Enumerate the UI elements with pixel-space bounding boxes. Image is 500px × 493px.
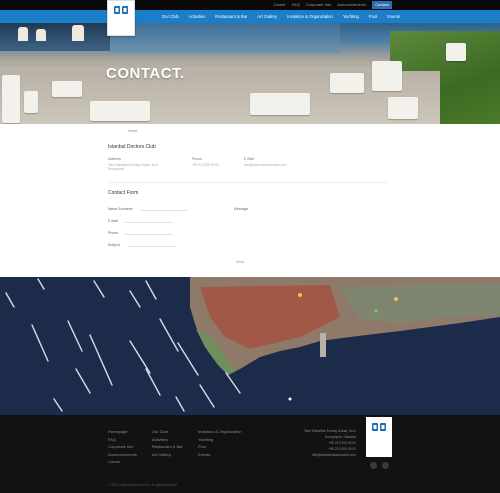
umbrella-shape — [18, 27, 28, 41]
logo-emblem-icon — [372, 423, 386, 431]
info-value: Tahir Mahallesi Kuntay Sokak, No:2 Kuruç… — [108, 163, 159, 171]
map-marker — [298, 293, 302, 297]
name-field[interactable] — [140, 206, 188, 211]
footer-link[interactable]: Career — [108, 459, 137, 464]
footer-link[interactable]: Invitation & Organization — [198, 429, 242, 434]
footer-link[interactable]: Restaurant & Bar — [152, 444, 183, 449]
form-label-email: E-Mail — [108, 219, 118, 223]
map-graphic — [0, 277, 500, 415]
form-section-title: Contact Form — [108, 190, 139, 196]
form-label-subject: Subject — [108, 243, 120, 247]
top-link-corporate[interactable]: Corporate Info — [306, 1, 332, 9]
phone-field[interactable] — [125, 230, 173, 235]
address-line[interactable]: info@istanbuldoctorsclub.com — [312, 453, 356, 457]
address-line: Tahir Mahallesi Kuntay Sokak, No:2 — [303, 429, 356, 433]
top-link-announcements[interactable]: Announcements — [337, 1, 366, 9]
info-address: Address Tahir Mahallesi Kuntay Sokak, No… — [108, 157, 160, 171]
top-links: Career FAQ Corporate Info Announcements … — [273, 1, 392, 9]
map-boat — [288, 397, 292, 401]
sofa-shape — [24, 91, 38, 113]
map-pier — [320, 333, 326, 357]
nav-restaurant-bar[interactable]: Restaurant & Bar — [215, 14, 247, 19]
hero-banner: CONTACT. — [0, 23, 500, 124]
logo-emblem-icon — [114, 6, 128, 14]
footer-link[interactable]: Homepage — [108, 429, 137, 434]
info-section-title: Istanbul Doctors Club — [108, 144, 156, 150]
address-line: +90 212 000 00 01 — [328, 447, 356, 451]
location-map[interactable] — [0, 277, 500, 415]
sofa-shape — [372, 61, 402, 91]
contact-content: Home Istanbul Doctors Club Address Tahir… — [0, 124, 500, 277]
address-line: Kuruçeşme / İstanbul — [325, 435, 356, 439]
info-label: Address — [108, 157, 121, 161]
footer-col-3: Invitation & Organization Yachting Pool … — [198, 429, 242, 457]
info-label: Phone — [192, 157, 203, 161]
info-phone: Phone +90 212 000 00 00 — [192, 157, 219, 167]
form-label-phone: Phone — [108, 231, 119, 235]
nav-events[interactable]: Events — [387, 14, 400, 19]
top-link-faq[interactable]: FAQ — [292, 1, 300, 9]
sofa-shape — [90, 101, 150, 121]
footer-link[interactable]: Our Club — [152, 429, 183, 434]
map-marker — [394, 297, 398, 301]
site-logo[interactable] — [107, 0, 135, 36]
footer-link[interactable]: Corporate Info — [108, 444, 137, 449]
page-title: CONTACT. — [106, 65, 185, 82]
sofa-shape — [330, 73, 364, 93]
footer-link[interactable]: FAQ — [108, 437, 137, 442]
facebook-icon[interactable] — [370, 462, 377, 469]
sofa-shape — [250, 93, 310, 115]
footer-link[interactable]: Pool — [198, 444, 242, 449]
info-label: E-Mail — [244, 157, 254, 161]
form-label-message: Message — [234, 207, 249, 211]
nav-art-gallery[interactable]: Art Gallery — [257, 14, 277, 19]
footer-address: Tahir Mahallesi Kuntay Sokak, No:2 Kuruç… — [290, 429, 356, 457]
site-footer: Homepage FAQ Corporate Info Announcement… — [0, 415, 500, 493]
main-navigation: Our Club Activities Restaurant & Bar Art… — [0, 10, 500, 23]
address-line: +90 212 000 00 00 — [328, 441, 356, 445]
instagram-icon[interactable] — [382, 462, 389, 469]
map-marker — [374, 309, 378, 313]
sofa-shape — [2, 75, 20, 123]
nav-activities[interactable]: Activities — [189, 14, 206, 19]
footer-link[interactable]: Activities — [152, 437, 183, 442]
info-value: +90 212 000 00 00 — [192, 163, 219, 167]
sofa-shape — [446, 43, 466, 61]
nav-invitation-organization[interactable]: Invitation & Organization — [287, 14, 333, 19]
hero-sea — [110, 23, 340, 53]
message-field[interactable] — [234, 214, 384, 250]
sofa-shape — [52, 81, 82, 97]
copyright-text: © 2016 Istanbul Doctors Club. All rights… — [108, 483, 178, 487]
send-button[interactable]: Send — [236, 260, 244, 264]
breadcrumb[interactable]: Home — [128, 129, 137, 133]
top-utility-bar: Career FAQ Corporate Info Announcements … — [0, 0, 500, 10]
form-label-name: Name Surname — [108, 207, 133, 211]
footer-link[interactable]: Art Gallery — [152, 452, 183, 457]
footer-col-2: Our Club Activities Restaurant & Bar Art… — [152, 429, 183, 457]
top-link-contact[interactable]: Contact — [372, 1, 392, 9]
info-value[interactable]: info@istanbuldoctorsclub.com — [244, 163, 287, 167]
sofa-shape — [388, 97, 418, 119]
nav-pool[interactable]: Pool — [369, 14, 377, 19]
umbrella-shape — [36, 29, 46, 41]
top-link-career[interactable]: Career — [273, 1, 285, 9]
nav-yachting[interactable]: Yachting — [343, 14, 359, 19]
subject-field[interactable] — [128, 242, 176, 247]
footer-link[interactable]: Events — [198, 452, 242, 457]
info-email: E-Mail info@istanbuldoctorsclub.com — [244, 157, 287, 167]
nav-our-club[interactable]: Our Club — [162, 14, 179, 19]
footer-col-1: Homepage FAQ Corporate Info Announcement… — [108, 429, 137, 464]
footer-link[interactable]: Announcements — [108, 452, 137, 457]
umbrella-shape — [72, 25, 84, 41]
email-field[interactable] — [125, 218, 173, 223]
section-divider — [108, 182, 388, 183]
footer-logo[interactable] — [366, 417, 392, 457]
footer-link[interactable]: Yachting — [198, 437, 242, 442]
